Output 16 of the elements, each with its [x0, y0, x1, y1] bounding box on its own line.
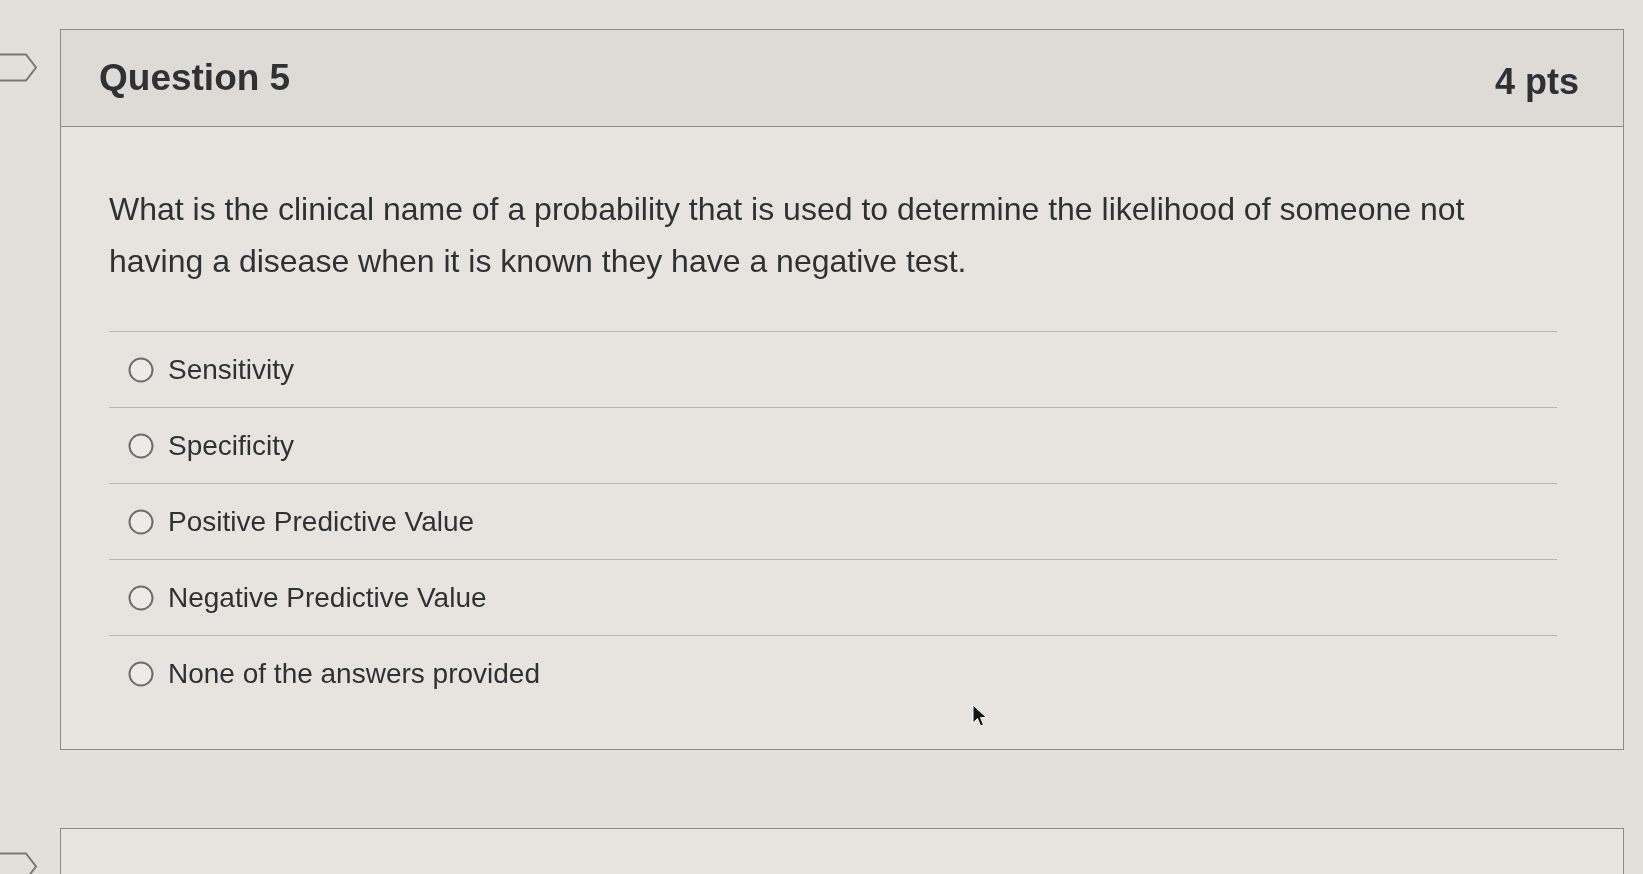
- bookmark-flag-icon[interactable]: [0, 852, 38, 874]
- mouse-pointer-icon: [972, 704, 988, 728]
- radio-icon[interactable]: [128, 432, 154, 459]
- radio-icon[interactable]: [128, 356, 154, 383]
- radio-icon[interactable]: [128, 584, 154, 611]
- answer-option[interactable]: Positive Predictive Value: [109, 483, 1557, 559]
- question-title: Question 5: [99, 57, 291, 99]
- radio-icon[interactable]: [128, 660, 154, 687]
- answer-option[interactable]: Sensitivity: [109, 331, 1557, 407]
- answer-option[interactable]: Negative Predictive Value: [109, 559, 1557, 635]
- answer-option[interactable]: Specificity: [109, 407, 1557, 483]
- bookmark-flag-icon[interactable]: [0, 53, 38, 82]
- answer-option[interactable]: None of the answers provided: [109, 635, 1557, 711]
- radio-icon[interactable]: [128, 508, 154, 535]
- question-points: 4 pts: [1494, 61, 1579, 103]
- question-prompt: What is the clinical name of a probability that is used to determine the likelihood of someone not having a disease when it is known they have a negative test.: [109, 190, 1466, 281]
